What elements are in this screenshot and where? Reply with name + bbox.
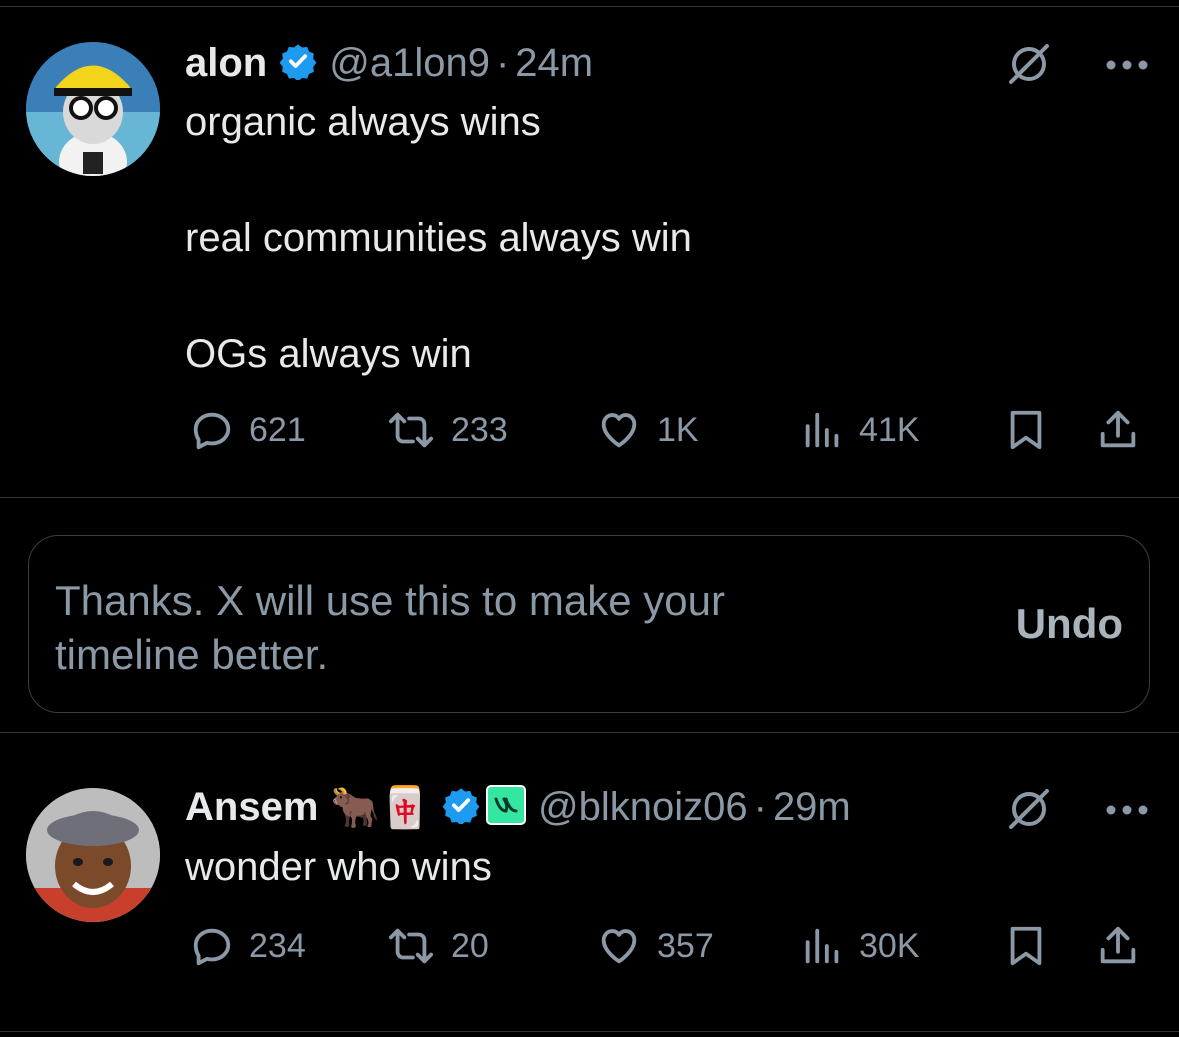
reply-button[interactable]: 621 [189,407,306,453]
reply-icon [189,407,235,453]
verified-badge-icon [442,786,480,829]
like-button[interactable]: 357 [595,923,714,969]
more-icon[interactable] [1105,803,1149,821]
separator: · [753,784,767,829]
tweet-actions: 234 20 357 30K [185,923,1145,973]
like-icon [595,923,643,969]
avatar[interactable] [26,788,160,922]
bookmark-button[interactable] [1005,923,1047,969]
feedback-notice: Thanks. X will use this to make your tim… [28,535,1150,713]
reply-button[interactable]: 234 [189,923,306,969]
bookmark-icon [1005,407,1047,453]
timestamp[interactable]: 24m [515,41,593,86]
bookmark-button[interactable] [1005,407,1047,453]
share-icon [1095,407,1141,453]
views-count: 41K [859,410,920,449]
tweet-header: Ansem 🐂🀄 @blknoiz06 · 29m [185,780,851,834]
handle[interactable]: @blknoiz06 [538,785,748,830]
views-icon [801,923,845,969]
display-name[interactable]: Ansem [185,785,318,830]
tweet-text: organic always wins real communities alw… [185,100,692,376]
reply-count: 234 [249,926,306,965]
share-icon [1095,923,1141,969]
grok-icon[interactable] [1005,785,1053,838]
tweet-actions: 621 233 1K 41K [185,407,1145,457]
repost-icon [385,923,437,969]
name-emojis: 🐂🀄 [330,785,430,830]
tweet-top-icons [1005,785,1149,838]
tweet-text: wonder who wins [185,845,492,889]
views-button[interactable]: 30K [801,923,920,969]
handle[interactable]: @a1lon9 [329,41,490,86]
reply-count: 621 [249,410,306,449]
like-icon [595,407,643,453]
tweet-alon[interactable]: alon @a1lon9 · 24m organic always wins r… [0,0,1179,497]
bookmark-icon [1005,923,1047,969]
grok-icon[interactable] [1005,40,1053,93]
like-button[interactable]: 1K [595,407,699,453]
repost-count: 20 [451,926,489,965]
like-count: 1K [657,410,699,449]
share-button[interactable] [1095,923,1141,969]
undo-button[interactable]: Undo [1016,600,1123,648]
repost-count: 233 [451,410,508,449]
avatar[interactable] [26,42,160,176]
separator: · [495,40,510,85]
repost-button[interactable]: 233 [385,407,508,453]
share-button[interactable] [1095,407,1141,453]
more-icon[interactable] [1105,58,1149,76]
repost-icon [385,407,437,453]
views-button[interactable]: 41K [801,407,920,453]
views-count: 30K [859,926,920,965]
tweet-top-icons [1005,40,1149,93]
reply-icon [189,923,235,969]
like-count: 357 [657,926,714,965]
affiliate-badge-icon[interactable] [486,784,526,830]
tweet-ansem[interactable]: Ansem 🐂🀄 @blknoiz06 · 29m wonder who win… [0,733,1179,1033]
tweet-divider [0,497,1179,498]
views-icon [801,407,845,453]
tweet-header: alon @a1lon9 · 24m [185,36,593,90]
verified-badge-icon [279,42,317,85]
repost-button[interactable]: 20 [385,923,489,969]
notice-message: Thanks. X will use this to make your tim… [55,577,725,678]
bottom-divider [0,1031,1179,1032]
display-name[interactable]: alon [185,41,267,86]
timestamp[interactable]: 29m [773,785,851,830]
